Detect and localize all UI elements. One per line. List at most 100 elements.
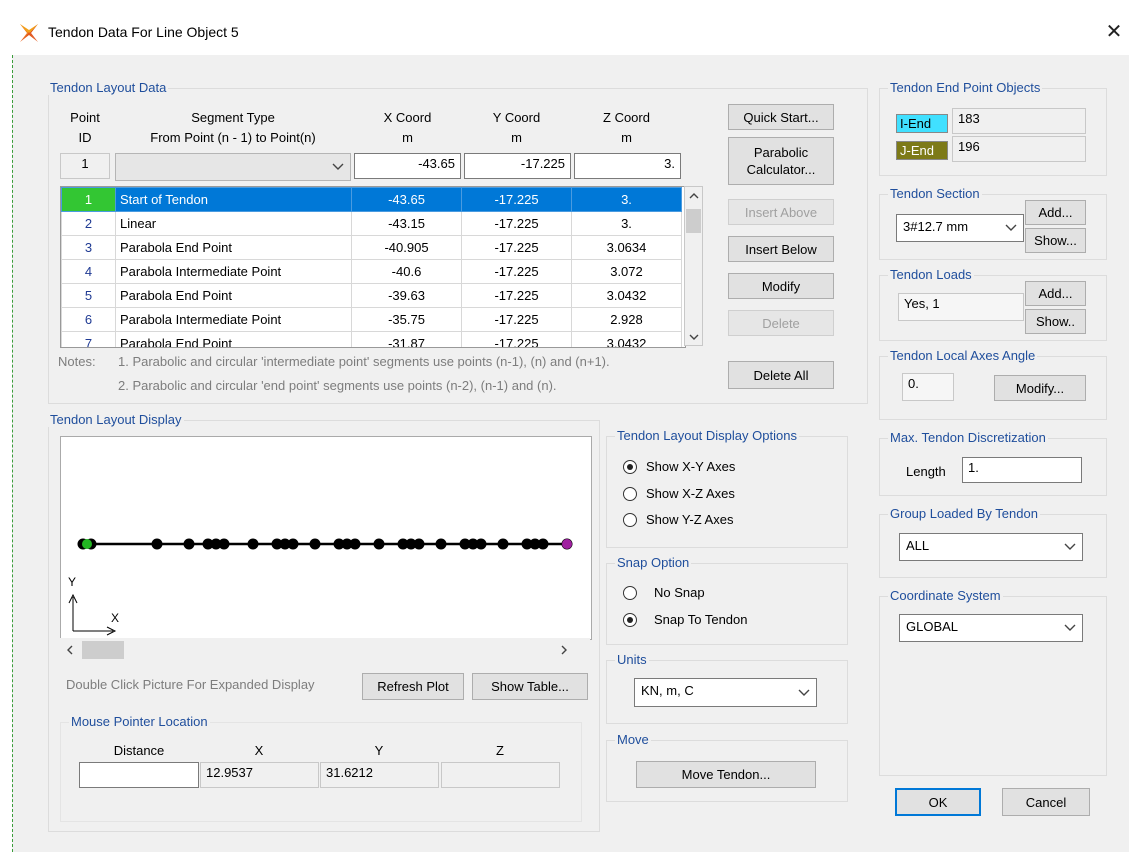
mouse-z-value [441, 762, 560, 788]
close-icon[interactable]: ✕ [1102, 20, 1126, 44]
delete-all-button[interactable]: Delete All [728, 361, 834, 389]
table-row[interactable]: 1 Start of Tendon -43.65 -17.225 3. [61, 187, 682, 212]
table-row[interactable]: 5 Parabola End Point -39.63 -17.225 3.0432 [61, 283, 682, 308]
distance-header: Distance [113, 743, 165, 758]
chevron-up-icon[interactable] [689, 192, 699, 199]
table-vertical-scrollbar[interactable] [684, 186, 703, 346]
insert-above-button[interactable]: Insert Above [728, 199, 834, 225]
header-z-coord: Z Coord [603, 110, 650, 125]
row-y-coord: -17.225 [461, 283, 572, 308]
chevron-right-icon[interactable] [561, 645, 568, 655]
axis-x-label: X [111, 611, 120, 625]
row-point-id: 7 [61, 331, 116, 347]
row-segment-type: Parabola End Point [115, 283, 352, 308]
edit-z-coord-input[interactable]: 3. [574, 153, 681, 179]
tendon-loads-value: Yes, 1 [898, 293, 1024, 321]
snap-to-tendon-label[interactable]: Snap To Tendon [654, 612, 748, 627]
row-segment-type: Start of Tendon [115, 187, 352, 212]
show-table-button[interactable]: Show Table... [472, 673, 588, 700]
header-x-coord: X Coord [383, 110, 432, 125]
refresh-plot-label: Refresh Plot [377, 679, 449, 694]
loads-show-button[interactable]: Show.. [1025, 309, 1086, 334]
section-add-button[interactable]: Add... [1025, 200, 1086, 225]
units-dropdown[interactable]: KN, m, C [634, 678, 817, 707]
header-y-unit: m [511, 130, 522, 145]
insert-below-button[interactable]: Insert Below [728, 236, 834, 262]
loads-add-button[interactable]: Add... [1025, 281, 1086, 306]
snap-to-tendon-radio[interactable] [623, 613, 637, 627]
parabolic-label-1: Parabolic [753, 145, 809, 160]
section-show-label: Show... [1034, 233, 1077, 248]
show-xz-axes-label[interactable]: Show X-Z Axes [646, 486, 735, 501]
snap-option-group: Snap Option [606, 555, 848, 645]
y-header: Y [374, 743, 384, 758]
show-yz-axes-radio[interactable] [623, 513, 637, 527]
row-y-coord: -17.225 [461, 259, 572, 284]
group-title: Tendon Loads [888, 267, 974, 282]
segment-type-dropdown[interactable] [115, 153, 351, 181]
table-row[interactable]: 7 Parabola End Point -31.87 -17.225 3.0432 [61, 331, 682, 347]
table-row[interactable]: 6 Parabola Intermediate Point -35.75 -17.22… [61, 307, 682, 332]
no-snap-radio[interactable] [623, 586, 637, 600]
row-z-coord: 3. [571, 187, 682, 212]
chevron-down-icon [798, 689, 810, 696]
parabolic-calculator-button[interactable]: Parabolic Calculator... [728, 137, 834, 185]
units-value: KN, m, C [641, 683, 694, 698]
tendon-points-table[interactable]: 1 Start of Tendon -43.65 -17.225 3. 2 Linear -4… [60, 186, 686, 348]
delete-label: Delete [762, 315, 800, 331]
cancel-button[interactable]: Cancel [1002, 788, 1090, 816]
tendon-section-dropdown[interactable]: 3#12.7 mm [896, 214, 1024, 242]
local-axes-modify-button[interactable]: Modify... [994, 375, 1086, 401]
note-1: 1. Parabolic and circular 'intermediate … [118, 354, 610, 369]
table-row[interactable]: 3 Parabola End Point -40.905 -17.225 3.0634 [61, 235, 682, 260]
delete-point-button[interactable]: Delete [728, 310, 834, 336]
z-header: Z [496, 743, 504, 758]
group-loaded-dropdown[interactable]: ALL [899, 533, 1083, 561]
show-yz-axes-label[interactable]: Show Y-Z Axes [646, 512, 733, 527]
edit-point-id: 1 [60, 153, 110, 179]
local-axes-modify-label: Modify... [1015, 380, 1065, 396]
table-row[interactable]: 4 Parabola Intermediate Point -40.6 -17.225… [61, 259, 682, 284]
show-table-label: Show Table... [491, 679, 569, 694]
i-end-value: 183 [952, 108, 1086, 134]
chevron-down-icon[interactable] [689, 334, 699, 341]
quick-start-button[interactable]: Quick Start... [728, 104, 834, 130]
group-title: Mouse Pointer Location [69, 714, 210, 729]
move-tendon-button[interactable]: Move Tendon... [636, 761, 816, 788]
edit-x-coord-input[interactable]: -43.65 [354, 153, 461, 179]
delete-all-label: Delete All [753, 367, 809, 383]
group-title: Group Loaded By Tendon [888, 506, 1040, 521]
tendon-plot-canvas[interactable]: Y X [60, 436, 592, 640]
chevron-left-icon[interactable] [66, 645, 73, 655]
show-xy-axes-label[interactable]: Show X-Y Axes [646, 459, 735, 474]
plot-horizontal-scrollbar[interactable] [60, 638, 590, 662]
cancel-label: Cancel [1025, 794, 1067, 810]
row-z-coord: 3.0634 [571, 235, 682, 260]
row-segment-type: Parabola End Point [115, 235, 352, 260]
ok-button[interactable]: OK [895, 788, 981, 816]
header-z-unit: m [621, 130, 632, 145]
row-segment-type: Parabola Intermediate Point [115, 259, 352, 284]
edit-y-coord-input[interactable]: -17.225 [464, 153, 571, 179]
tendon-plot [68, 538, 573, 636]
row-segment-type: Parabola End Point [115, 331, 352, 347]
discretization-length-input[interactable]: 1. [962, 457, 1082, 483]
no-snap-label[interactable]: No Snap [654, 585, 705, 600]
row-x-coord: -39.63 [351, 283, 462, 308]
show-xz-axes-radio[interactable] [623, 487, 637, 501]
row-z-coord: 3. [571, 211, 682, 236]
header-y-coord: Y Coord [492, 110, 541, 125]
section-add-label: Add... [1038, 205, 1073, 220]
scrollbar-thumb[interactable] [686, 209, 701, 233]
group-title: Max. Tendon Discretization [888, 430, 1048, 445]
quick-start-label: Quick Start... [743, 109, 819, 125]
modify-point-button[interactable]: Modify [728, 273, 834, 299]
scrollbar-thumb[interactable] [82, 641, 124, 659]
group-loaded-value: ALL [906, 538, 930, 553]
table-row[interactable]: 2 Linear -43.15 -17.225 3. [61, 211, 682, 236]
section-show-button[interactable]: Show... [1025, 228, 1086, 253]
show-xy-axes-radio[interactable] [623, 460, 637, 474]
refresh-plot-button[interactable]: Refresh Plot [362, 673, 464, 700]
coordinate-system-dropdown[interactable]: GLOBAL [899, 614, 1083, 642]
distance-input[interactable] [79, 762, 199, 788]
